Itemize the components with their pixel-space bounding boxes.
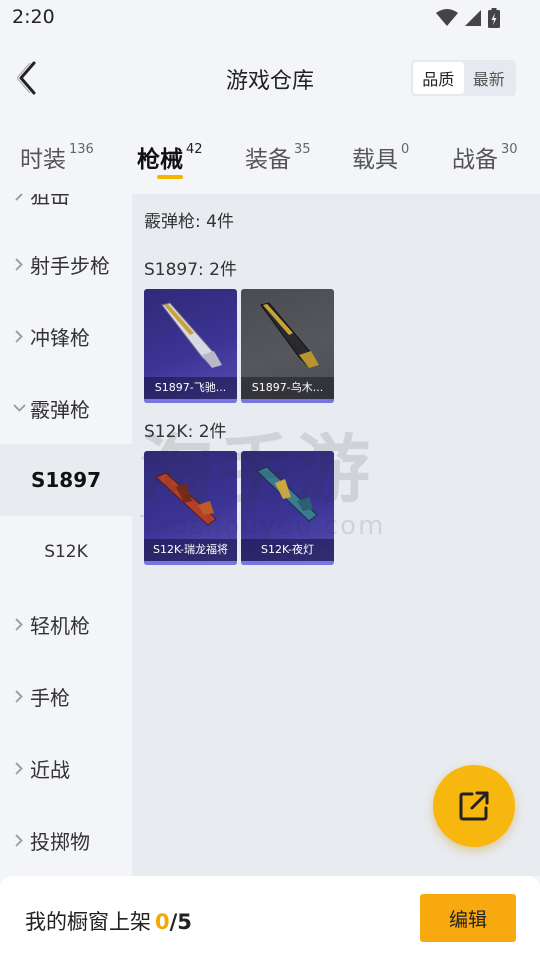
group-heading: S1897: 2件 bbox=[144, 260, 238, 280]
sidebar-item-label: 投掷物 bbox=[30, 829, 90, 854]
rifle-icon bbox=[155, 472, 217, 526]
item-name: S1897-乌木... bbox=[241, 377, 334, 399]
showcase-total-count: /5 bbox=[169, 910, 192, 934]
tab-label: 枪械 bbox=[137, 147, 183, 173]
rifle-icon bbox=[256, 466, 318, 522]
sidebar-item-shotgun[interactable]: 霰弹枪 bbox=[0, 372, 132, 444]
system-icons bbox=[436, 8, 500, 28]
sidebar-item-melee[interactable]: 近战 bbox=[0, 732, 132, 804]
item-card[interactable]: S1897-乌木... bbox=[241, 289, 334, 403]
shotgun-icon bbox=[260, 302, 319, 368]
wifi-icon bbox=[436, 9, 458, 26]
sidebar-item-label: 冲锋枪 bbox=[30, 325, 90, 350]
tab-count: 136 bbox=[69, 142, 94, 157]
chevron-right-icon bbox=[12, 689, 26, 703]
category-heading: 霰弹枪: 4件 bbox=[144, 212, 234, 232]
status-bar: 2:20 bbox=[0, 0, 540, 36]
sidebar-item-label: 射手步枪 bbox=[30, 253, 110, 278]
tab-count: 42 bbox=[186, 142, 203, 157]
share-button[interactable] bbox=[433, 765, 515, 847]
sidebar-item-label: 霰弹枪 bbox=[30, 397, 90, 422]
item-name: S12K-瑞龙福将 bbox=[144, 539, 237, 561]
rarity-bar bbox=[241, 399, 334, 403]
status-time: 2:20 bbox=[12, 6, 55, 28]
tab-label: 时装 bbox=[20, 147, 66, 173]
chevron-right-icon bbox=[12, 617, 26, 631]
cell-signal-icon bbox=[465, 10, 481, 26]
tab-count: 35 bbox=[294, 142, 311, 157]
category-tabs: 时装 136 枪械 42 装备 35 载具 0 战备 30 bbox=[0, 120, 540, 194]
tab-fashion[interactable]: 时装 136 bbox=[20, 140, 94, 174]
sidebar-subitem-s12k[interactable]: S12K bbox=[0, 516, 132, 588]
rarity-bar bbox=[241, 561, 334, 565]
chevron-right-icon bbox=[12, 761, 26, 775]
tab-label: 装备 bbox=[245, 147, 291, 173]
bottom-bar: 我的橱窗上架 0 /5 编辑 bbox=[0, 876, 540, 960]
tab-label: 战备 bbox=[452, 147, 498, 173]
showcase-current-count: 0 bbox=[155, 910, 170, 934]
tab-count: 0 bbox=[401, 142, 410, 157]
tab-count: 30 bbox=[501, 142, 518, 157]
tab-label: 载具 bbox=[352, 147, 398, 173]
weapon-type-sidebar: 狙击 射手步枪 冲锋枪 霰弹枪 S1897 S12K 轻机枪 手枪 近战 投掷物 bbox=[0, 194, 132, 876]
edit-button[interactable]: 编辑 bbox=[420, 894, 516, 942]
tab-equipment[interactable]: 装备 35 bbox=[245, 140, 311, 174]
item-card[interactable]: S12K-瑞龙福将 bbox=[144, 451, 237, 565]
showcase-status: 我的橱窗上架 0 /5 bbox=[25, 906, 192, 936]
page-header: 游戏仓库 品质 最新 bbox=[0, 36, 540, 120]
sidebar-item-sniper[interactable]: 狙击 bbox=[0, 194, 132, 230]
battery-icon bbox=[488, 8, 500, 28]
item-card[interactable]: S12K-夜灯 bbox=[241, 451, 334, 565]
group-heading: S12K: 2件 bbox=[144, 422, 227, 442]
sidebar-item-label: S12K bbox=[44, 542, 88, 562]
item-name: S12K-夜灯 bbox=[241, 539, 334, 561]
sort-newest-button[interactable]: 最新 bbox=[464, 62, 515, 94]
chevron-down-icon bbox=[12, 404, 26, 412]
share-external-icon bbox=[459, 791, 489, 821]
rarity-bar bbox=[144, 399, 237, 403]
chevron-right-icon bbox=[12, 833, 26, 847]
sidebar-item-label: S1897 bbox=[30, 468, 102, 492]
chevron-right-icon bbox=[12, 257, 26, 271]
sidebar-subitem-s1897[interactable]: S1897 bbox=[0, 444, 132, 516]
sidebar-item-label: 手枪 bbox=[30, 685, 70, 710]
chevron-right-icon bbox=[12, 194, 26, 201]
rarity-bar bbox=[144, 561, 237, 565]
sort-quality-button[interactable]: 品质 bbox=[413, 62, 464, 94]
tab-vehicles[interactable]: 载具 0 bbox=[352, 140, 409, 174]
sort-toggle: 品质 最新 bbox=[411, 60, 516, 96]
item-name: S1897-飞驰... bbox=[144, 377, 237, 399]
sidebar-item-pistol[interactable]: 手枪 bbox=[0, 660, 132, 732]
sidebar-item-smg[interactable]: 冲锋枪 bbox=[0, 300, 132, 372]
showcase-label: 我的橱窗上架 bbox=[25, 910, 151, 934]
tab-battle-gear[interactable]: 战备 30 bbox=[452, 140, 518, 174]
sidebar-item-label: 狙击 bbox=[30, 194, 70, 208]
item-card[interactable]: S1897-飞驰... bbox=[144, 289, 237, 403]
shotgun-icon bbox=[161, 302, 222, 368]
active-tab-indicator bbox=[157, 175, 183, 179]
sidebar-item-label: 近战 bbox=[30, 757, 70, 782]
sidebar-item-throwable[interactable]: 投掷物 bbox=[0, 804, 132, 876]
sidebar-item-label: 轻机枪 bbox=[30, 613, 90, 638]
sidebar-item-marksman-rifle[interactable]: 射手步枪 bbox=[0, 228, 132, 300]
chevron-right-icon bbox=[12, 329, 26, 343]
sidebar-item-lmg[interactable]: 轻机枪 bbox=[0, 588, 132, 660]
tab-firearms[interactable]: 枪械 42 bbox=[137, 140, 203, 179]
